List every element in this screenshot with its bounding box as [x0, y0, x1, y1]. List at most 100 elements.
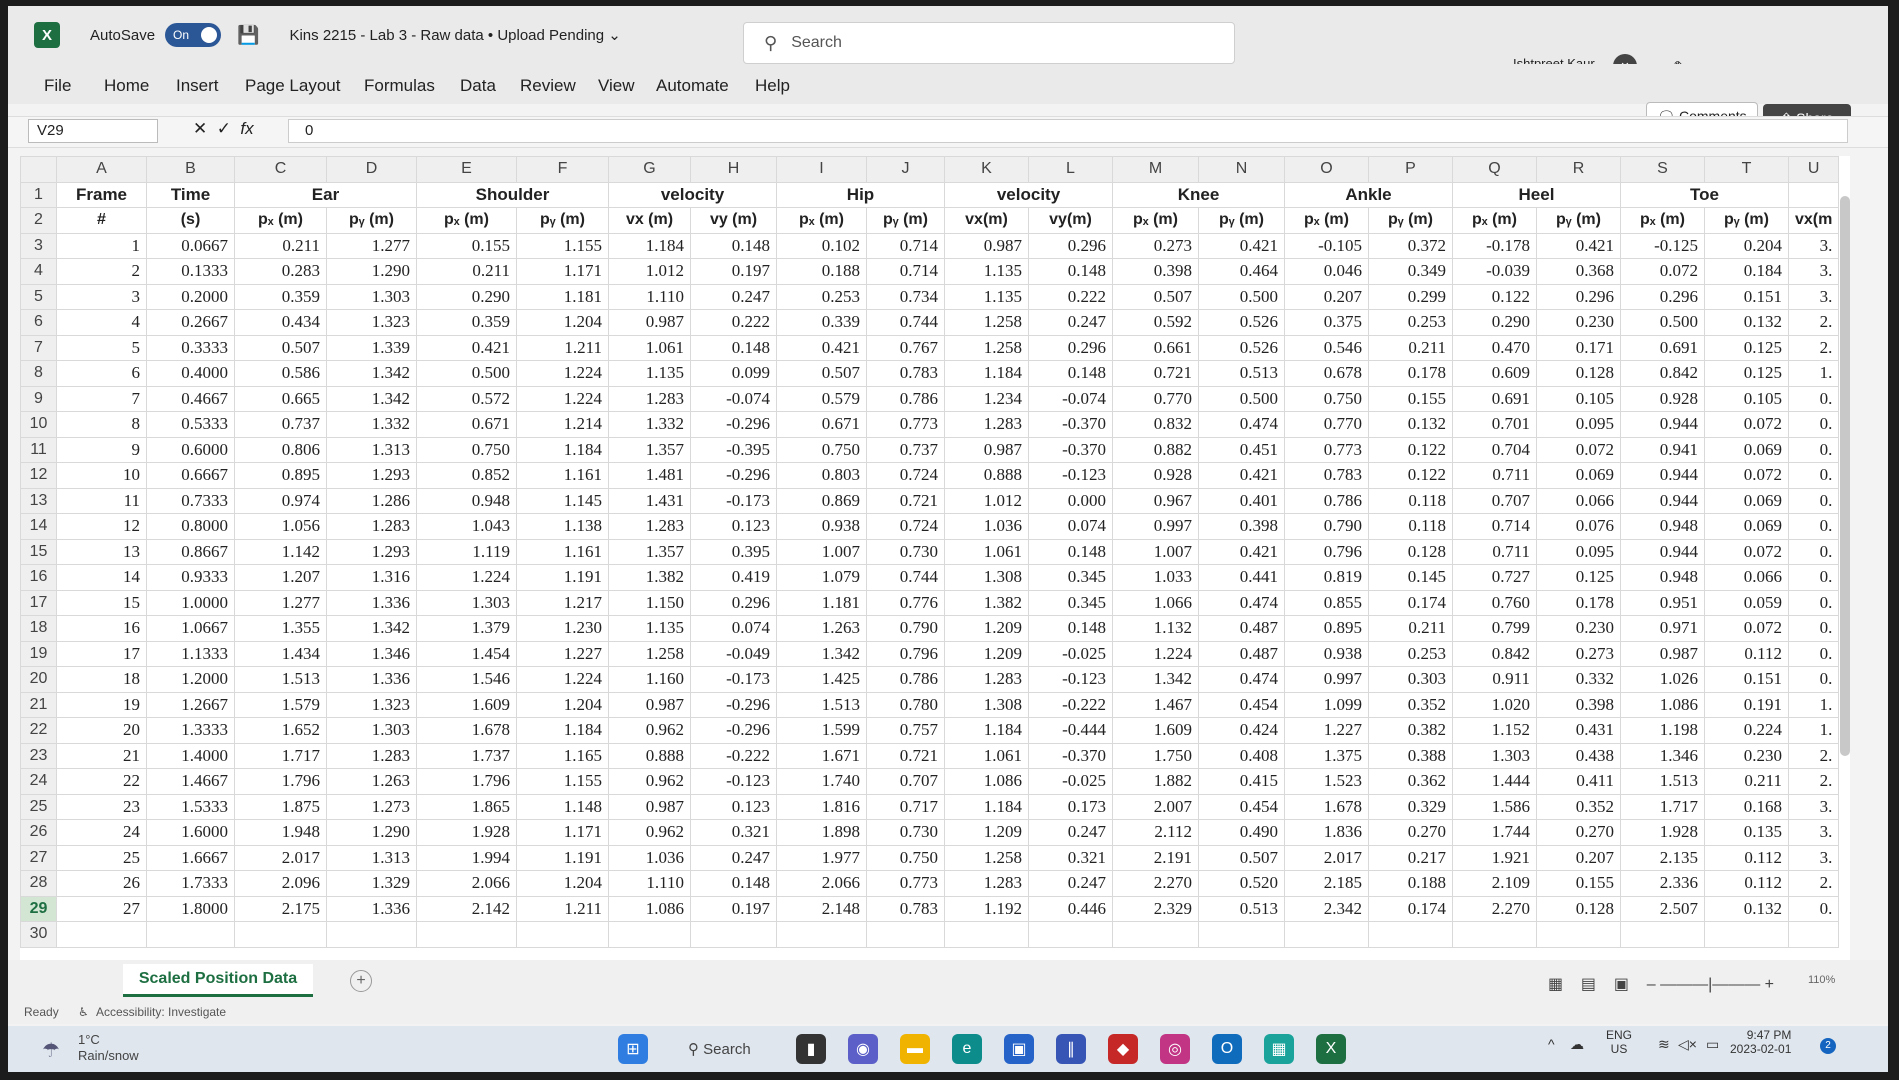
- data-cell[interactable]: 1.6000: [146, 819, 235, 846]
- data-cell[interactable]: 1.043: [416, 513, 517, 540]
- data-cell[interactable]: 0.948: [1620, 564, 1705, 591]
- data-cell[interactable]: 2.135: [1620, 844, 1705, 871]
- data-cell[interactable]: 2.007: [1112, 793, 1199, 820]
- data-cell[interactable]: 0.211: [1368, 615, 1453, 642]
- data-cell[interactable]: 0.717: [866, 793, 945, 820]
- data-cell[interactable]: 0.: [1787, 538, 1840, 565]
- data-cell[interactable]: 1.355: [234, 615, 327, 642]
- row-header[interactable]: 3: [20, 232, 57, 259]
- data-cell[interactable]: 0.178: [1368, 360, 1453, 387]
- data-cell[interactable]: 1.431: [608, 487, 691, 514]
- data-cell[interactable]: 1.796: [234, 768, 327, 795]
- data-cell[interactable]: 1.135: [608, 360, 691, 387]
- data-cell[interactable]: 0.691: [1620, 334, 1705, 361]
- unit-header-cell[interactable]: pₓ (m): [234, 207, 327, 234]
- data-cell[interactable]: 0.211: [1368, 334, 1453, 361]
- data-cell[interactable]: 1.036: [944, 513, 1029, 540]
- edge-icon[interactable]: e: [952, 1034, 982, 1064]
- data-cell[interactable]: 2.342: [1284, 895, 1369, 922]
- data-cell[interactable]: 1.290: [326, 258, 417, 285]
- data-cell[interactable]: -0.370: [1028, 742, 1113, 769]
- data-cell[interactable]: 1.323: [326, 309, 417, 336]
- data-cell[interactable]: 0.520: [1198, 870, 1285, 897]
- empty-cell[interactable]: [1452, 921, 1537, 948]
- header-velocity[interactable]: velocity: [944, 181, 1113, 208]
- column-header[interactable]: G: [608, 156, 691, 183]
- data-cell[interactable]: 1.323: [326, 691, 417, 718]
- data-cell[interactable]: 0.572: [416, 385, 517, 412]
- data-cell[interactable]: 0.398: [1198, 513, 1285, 540]
- fx-icon[interactable]: fx: [240, 119, 253, 138]
- data-cell[interactable]: 20: [56, 717, 147, 744]
- unit-header-cell[interactable]: pₓ (m): [1112, 207, 1199, 234]
- column-header[interactable]: D: [326, 156, 417, 183]
- data-cell[interactable]: 0.2667: [146, 309, 235, 336]
- empty-cell[interactable]: [416, 921, 517, 948]
- unit-header-cell[interactable]: pᵧ (m): [1198, 207, 1285, 234]
- data-cell[interactable]: 1.717: [1620, 793, 1705, 820]
- data-cell[interactable]: 1.132: [1112, 615, 1199, 642]
- data-cell[interactable]: 0.888: [944, 462, 1029, 489]
- data-cell[interactable]: 1.283: [944, 666, 1029, 693]
- data-cell[interactable]: 0.253: [776, 283, 867, 310]
- data-cell[interactable]: 2.112: [1112, 819, 1199, 846]
- data-cell[interactable]: 1.678: [416, 717, 517, 744]
- data-cell[interactable]: 1.382: [944, 589, 1029, 616]
- row-header[interactable]: 30: [20, 921, 57, 948]
- data-cell[interactable]: 1.217: [516, 589, 609, 616]
- data-cell[interactable]: 0.470: [1452, 334, 1537, 361]
- data-cell[interactable]: 0.750: [866, 844, 945, 871]
- data-cell[interactable]: 1.135: [944, 258, 1029, 285]
- data-cell[interactable]: 0.421: [1198, 462, 1285, 489]
- data-cell[interactable]: 0.721: [866, 742, 945, 769]
- data-cell[interactable]: 1.066: [1112, 589, 1199, 616]
- data-cell[interactable]: 0.434: [234, 309, 327, 336]
- data-cell[interactable]: 23: [56, 793, 147, 820]
- data-cell[interactable]: 1.161: [516, 538, 609, 565]
- data-cell[interactable]: 0.349: [1368, 258, 1453, 285]
- weather-widget[interactable]: 1°C Rain/snow: [78, 1032, 139, 1064]
- menu-view[interactable]: View: [598, 76, 635, 96]
- data-cell[interactable]: -0.222: [1028, 691, 1113, 718]
- select-all-corner[interactable]: [20, 156, 57, 183]
- data-cell[interactable]: 1.875: [234, 793, 327, 820]
- data-cell[interactable]: 1.586: [1452, 793, 1537, 820]
- data-cell[interactable]: 0.441: [1198, 564, 1285, 591]
- data-cell[interactable]: 0.125: [1704, 360, 1789, 387]
- empty-cell[interactable]: [56, 921, 147, 948]
- unit-header-cell[interactable]: (s): [146, 207, 235, 234]
- data-cell[interactable]: 1.258: [944, 309, 1029, 336]
- data-cell[interactable]: 0.128: [1368, 538, 1453, 565]
- unit-header-cell[interactable]: pᵧ (m): [1704, 207, 1789, 234]
- data-cell[interactable]: 1.263: [326, 768, 417, 795]
- data-cell[interactable]: -0.395: [690, 436, 777, 463]
- data-cell[interactable]: 1.290: [326, 819, 417, 846]
- data-cell[interactable]: 1.150: [608, 589, 691, 616]
- data-cell[interactable]: 0.895: [1284, 615, 1369, 642]
- data-cell[interactable]: 0.500: [1198, 283, 1285, 310]
- data-cell[interactable]: 0.803: [776, 462, 867, 489]
- data-cell[interactable]: 0.191: [1704, 691, 1789, 718]
- row-header[interactable]: 6: [20, 309, 57, 336]
- data-cell[interactable]: 0.951: [1620, 589, 1705, 616]
- data-cell[interactable]: 0.253: [1368, 309, 1453, 336]
- data-cell[interactable]: 0.247: [1028, 309, 1113, 336]
- data-cell[interactable]: 1.224: [416, 564, 517, 591]
- data-cell[interactable]: 14: [56, 564, 147, 591]
- data-cell[interactable]: 0.: [1787, 513, 1840, 540]
- column-header[interactable]: K: [944, 156, 1029, 183]
- data-cell[interactable]: 1.303: [416, 589, 517, 616]
- data-cell[interactable]: 0.382: [1368, 717, 1453, 744]
- data-cell[interactable]: 0.513: [1198, 895, 1285, 922]
- empty-cell[interactable]: [1368, 921, 1453, 948]
- row-header[interactable]: 23: [20, 742, 57, 769]
- data-cell[interactable]: 1.224: [516, 360, 609, 387]
- data-cell[interactable]: 0.714: [866, 258, 945, 285]
- data-cell[interactable]: 0.770: [1284, 411, 1369, 438]
- data-cell[interactable]: 3.: [1787, 819, 1840, 846]
- data-cell[interactable]: 0.819: [1284, 564, 1369, 591]
- data-cell[interactable]: 3.: [1787, 844, 1840, 871]
- row-header[interactable]: 2: [20, 207, 57, 234]
- row-header[interactable]: 28: [20, 870, 57, 897]
- data-cell[interactable]: 1.313: [326, 844, 417, 871]
